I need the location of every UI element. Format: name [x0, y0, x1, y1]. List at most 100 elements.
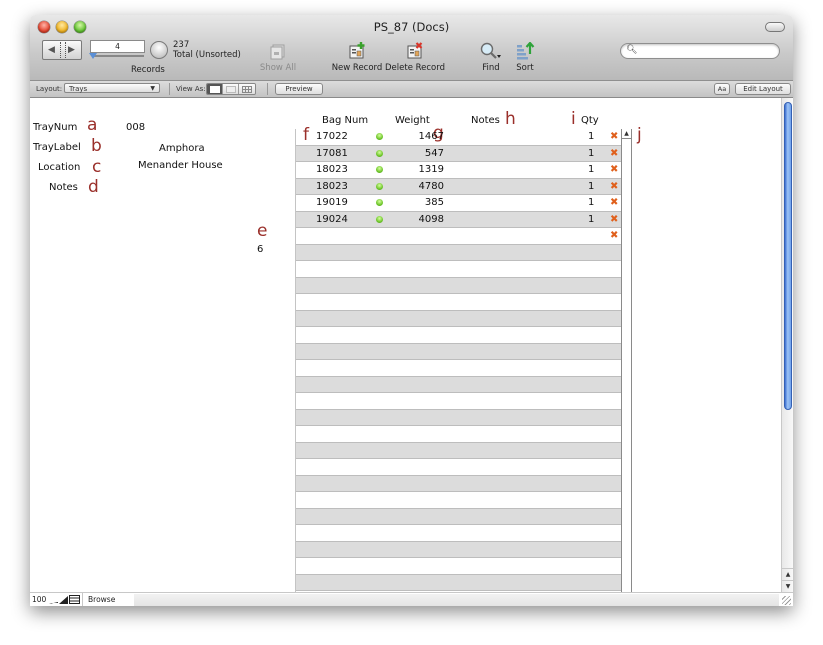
weight-field[interactable]: 4780: [419, 181, 444, 192]
view-as-table-button[interactable]: [239, 84, 255, 94]
portal-empty-row[interactable]: [296, 310, 622, 327]
portal-empty-row[interactable]: [296, 261, 622, 278]
weight-field[interactable]: 385: [425, 197, 444, 208]
main-scrollbar-thumb[interactable]: [784, 102, 792, 410]
portal-empty-row[interactable]: [296, 459, 622, 476]
weight-field[interactable]: 1319: [419, 164, 444, 175]
resize-grip-icon[interactable]: [782, 596, 791, 605]
weight-field[interactable]: 547: [425, 148, 444, 159]
portal-empty-row[interactable]: [296, 393, 622, 410]
portal-empty-row[interactable]: [296, 475, 622, 492]
find-button[interactable]: Find: [476, 42, 506, 73]
portal-empty-row[interactable]: [296, 541, 622, 558]
annotation-a: a: [87, 115, 98, 135]
zoom-out-icon[interactable]: [49, 596, 58, 604]
record-navigator-book[interactable]: ◀ ▶: [42, 40, 82, 60]
traylabel-field[interactable]: Amphora: [159, 143, 205, 154]
portal-empty-row[interactable]: [296, 525, 622, 542]
window-title: PS_87 (Docs): [373, 20, 450, 34]
portal-empty-row[interactable]: [296, 508, 622, 525]
location-field[interactable]: Menander House: [138, 160, 223, 171]
text-formatting-button[interactable]: Aa: [714, 83, 730, 95]
portal-empty-row[interactable]: [296, 360, 622, 377]
bag-num-field[interactable]: 18023: [316, 181, 348, 192]
portal-empty-row[interactable]: [296, 492, 622, 509]
delete-row-icon[interactable]: ✖: [610, 148, 618, 160]
current-record-input[interactable]: 4: [90, 40, 145, 53]
green-dot-icon: [376, 199, 383, 206]
zoom-in-icon[interactable]: [59, 595, 68, 604]
bag-num-field[interactable]: 17081: [316, 148, 348, 159]
portal-scrollbar[interactable]: ▲: [621, 129, 632, 592]
portal-row[interactable]: 19024 4098 1 ✖: [296, 211, 622, 228]
portal-empty-row[interactable]: ✖: [296, 228, 622, 245]
traynum-label: TrayNum: [33, 122, 78, 133]
portal-empty-row[interactable]: [296, 244, 622, 261]
sort-button[interactable]: Sort: [511, 42, 539, 73]
portal-empty-row[interactable]: [296, 558, 622, 575]
qty-field[interactable]: 1: [588, 164, 594, 175]
toggle-status-toolbar-icon[interactable]: [69, 595, 80, 604]
portal-empty-row[interactable]: [296, 409, 622, 426]
new-record-button[interactable]: New Record: [330, 42, 384, 73]
qty-field[interactable]: 1: [588, 131, 594, 142]
delete-row-icon[interactable]: ✖: [610, 131, 618, 143]
main-scrollbar[interactable]: ▲ ▼: [781, 98, 793, 592]
records-label: Records: [131, 65, 165, 75]
horizontal-scroll-area[interactable]: [134, 594, 779, 606]
portal-row[interactable]: 18023 4780 1 ✖: [296, 178, 622, 195]
previous-record-icon[interactable]: ◀: [48, 45, 55, 55]
delete-row-icon[interactable]: ✖: [610, 197, 618, 209]
traynum-field[interactable]: 008: [126, 122, 145, 133]
next-record-icon[interactable]: ▶: [68, 45, 75, 55]
quick-find-search-input[interactable]: 🔍︎: [620, 43, 780, 59]
weight-field[interactable]: 4098: [419, 214, 444, 225]
portal-scroll-up-icon[interactable]: ▲: [622, 129, 631, 139]
qty-field[interactable]: 1: [588, 148, 594, 159]
portal-row[interactable]: 19019 385 1 ✖: [296, 195, 622, 212]
traylabel-label: TrayLabel: [33, 142, 81, 153]
layout-select[interactable]: Trays ▼: [64, 83, 160, 93]
divider: [267, 83, 268, 95]
layout-select-value: Trays: [69, 85, 88, 93]
toolbar-toggle-button[interactable]: [765, 22, 785, 32]
delete-row-icon[interactable]: ✖: [610, 181, 618, 193]
view-as-list-button[interactable]: [223, 84, 239, 94]
record-slider-thumb[interactable]: [89, 53, 97, 59]
portal-empty-row[interactable]: [296, 574, 622, 591]
portal-row[interactable]: 17022 1467 1 ✖: [296, 129, 622, 146]
bag-num-field[interactable]: 18023: [316, 164, 348, 175]
portal-row[interactable]: 18023 1319 1 ✖: [296, 162, 622, 179]
show-all-icon: [270, 44, 285, 60]
portal-row[interactable]: 17081 547 1 ✖: [296, 145, 622, 162]
record-slider-track[interactable]: [92, 55, 144, 57]
delete-row-icon[interactable]: ✖: [610, 214, 618, 226]
delete-row-icon[interactable]: ✖: [610, 230, 618, 242]
bag-num-field[interactable]: 19024: [316, 214, 348, 225]
qty-field[interactable]: 1: [588, 197, 594, 208]
portal-empty-row[interactable]: [296, 376, 622, 393]
zoom-level[interactable]: 100: [32, 595, 46, 604]
weight-field[interactable]: 1467: [419, 131, 444, 142]
location-label: Location: [38, 162, 81, 173]
portal-empty-row[interactable]: [296, 442, 622, 459]
delete-record-button[interactable]: Delete Record: [385, 42, 445, 73]
portal-empty-row[interactable]: [296, 343, 622, 360]
portal-empty-row[interactable]: [296, 294, 622, 311]
portal-empty-row[interactable]: [296, 327, 622, 344]
bag-num-field[interactable]: 19019: [316, 197, 348, 208]
qty-field[interactable]: 1: [588, 181, 594, 192]
edit-layout-button[interactable]: Edit Layout: [735, 83, 791, 95]
view-as-form-button[interactable]: [207, 84, 223, 94]
qty-field[interactable]: 1: [588, 214, 594, 225]
notes-field[interactable]: [126, 182, 226, 196]
chevron-down-icon: ▼: [150, 85, 155, 92]
search-icon: 🔍︎: [626, 45, 638, 55]
portal-empty-row[interactable]: [296, 426, 622, 443]
preview-button[interactable]: Preview: [275, 83, 323, 95]
show-all-button[interactable]: Show All: [256, 44, 300, 73]
header-qty: Qty: [581, 115, 599, 126]
delete-row-icon[interactable]: ✖: [610, 164, 618, 176]
bag-num-field[interactable]: 17022: [316, 131, 348, 142]
portal-empty-row[interactable]: [296, 277, 622, 294]
